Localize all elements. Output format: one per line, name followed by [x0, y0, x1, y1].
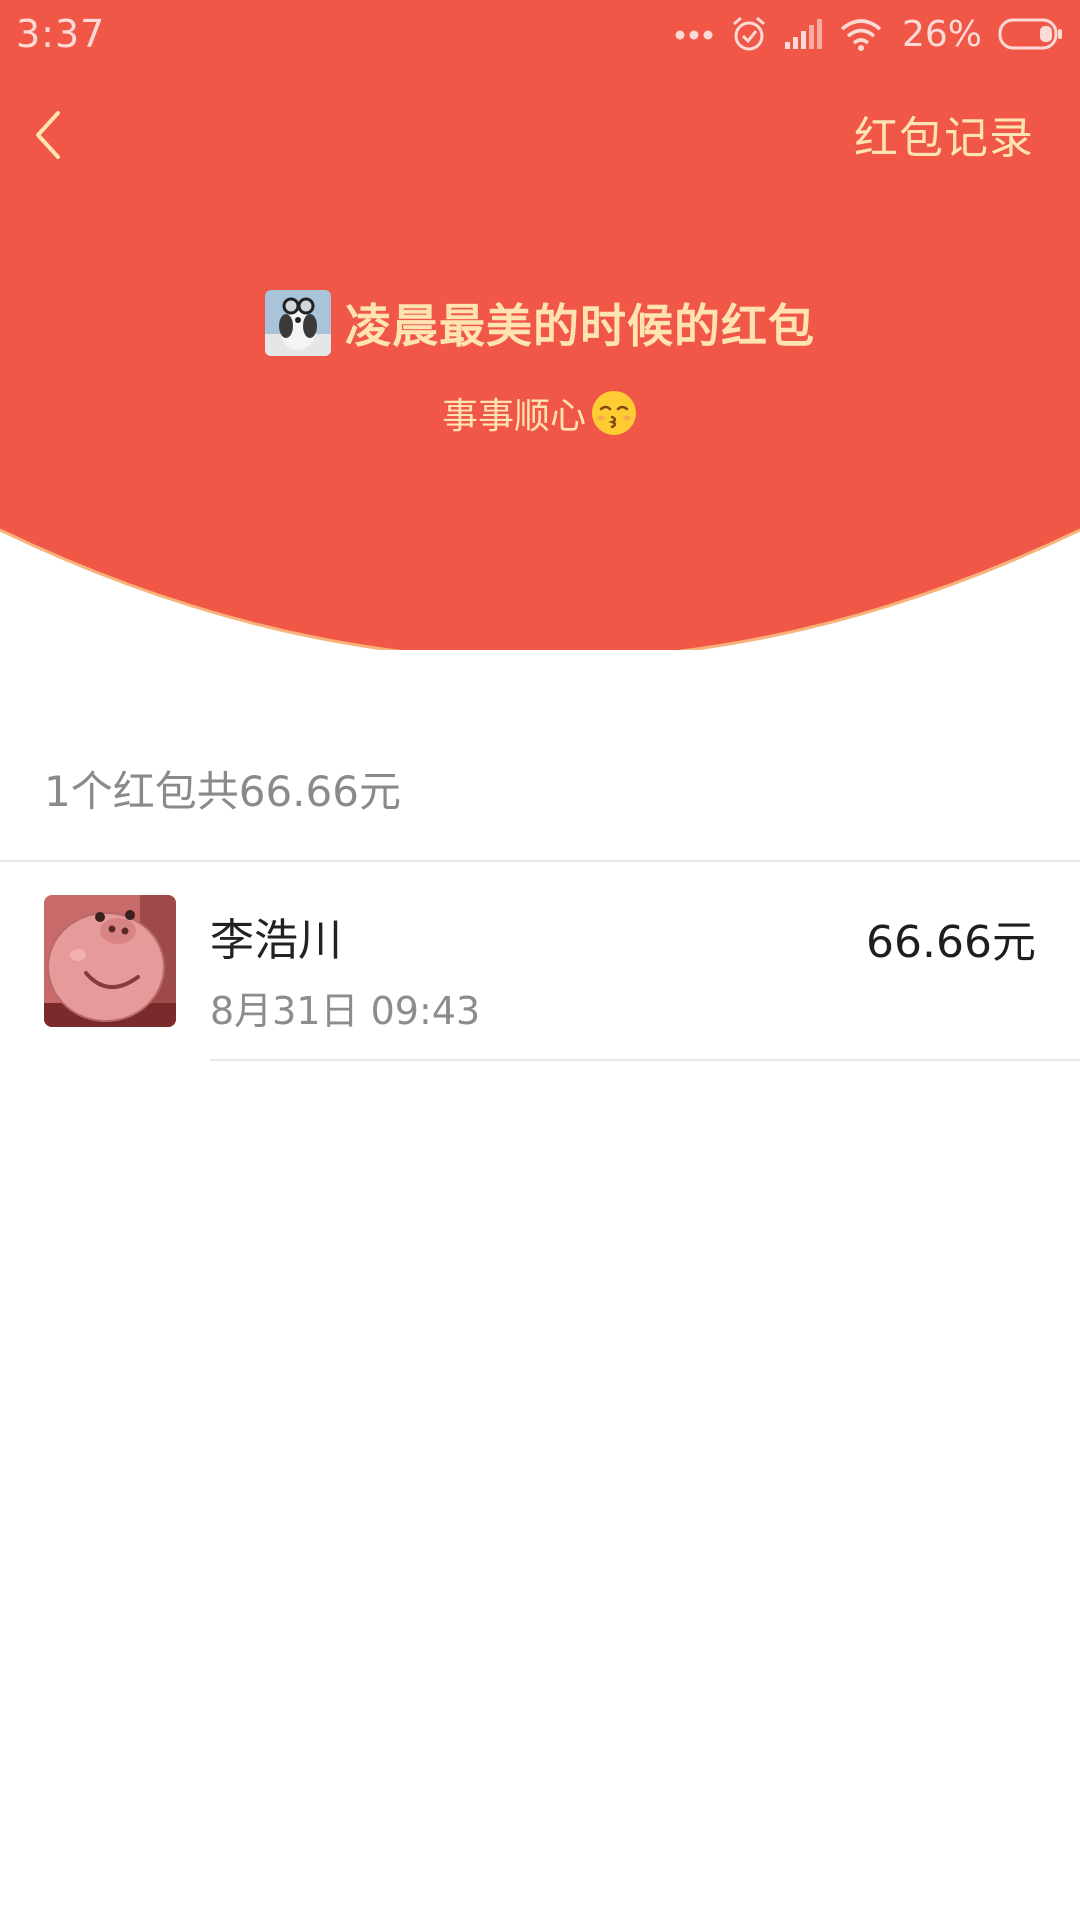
more-dots-icon: [675, 30, 713, 40]
alarm-icon: [733, 16, 765, 51]
avatar[interactable]: [44, 895, 176, 1027]
packet-summary: 1个红包共66.66元: [44, 767, 401, 816]
sender-title: 凌晨最美的时候的红包: [345, 299, 815, 353]
battery-icon: [998, 18, 1062, 50]
dog-avatar-icon: [265, 290, 331, 356]
chevron-left-icon: [36, 111, 60, 159]
received-amount: 66.66元: [866, 917, 1036, 968]
recipient-name: 李浩川: [210, 915, 342, 966]
sender-info: 凌晨最美的时候的红包: [0, 290, 1080, 356]
back-button[interactable]: [30, 100, 90, 170]
list-item[interactable]: 李浩川 8月31日 09:43 66.66元: [0, 862, 1080, 1060]
status-bar: 3:37 26%: [0, 0, 1080, 70]
kissing-face-emoji-icon: [592, 391, 636, 435]
status-time: 3:37: [16, 12, 106, 56]
red-packet-records-button[interactable]: 红包记录: [854, 102, 1034, 166]
greeting: 事事顺心: [0, 387, 1080, 439]
wifi-icon: [840, 19, 882, 51]
status-icons: 26%: [674, 10, 1064, 58]
received-time: 8月31日 09:43: [210, 989, 481, 1033]
battery-percent: 26%: [901, 13, 982, 55]
pig-avatar-icon: [44, 895, 176, 1027]
signal-icon: [784, 19, 822, 49]
greeting-text: 事事顺心: [441, 396, 586, 437]
divider: [210, 1059, 1080, 1061]
sender-avatar[interactable]: [265, 290, 331, 356]
